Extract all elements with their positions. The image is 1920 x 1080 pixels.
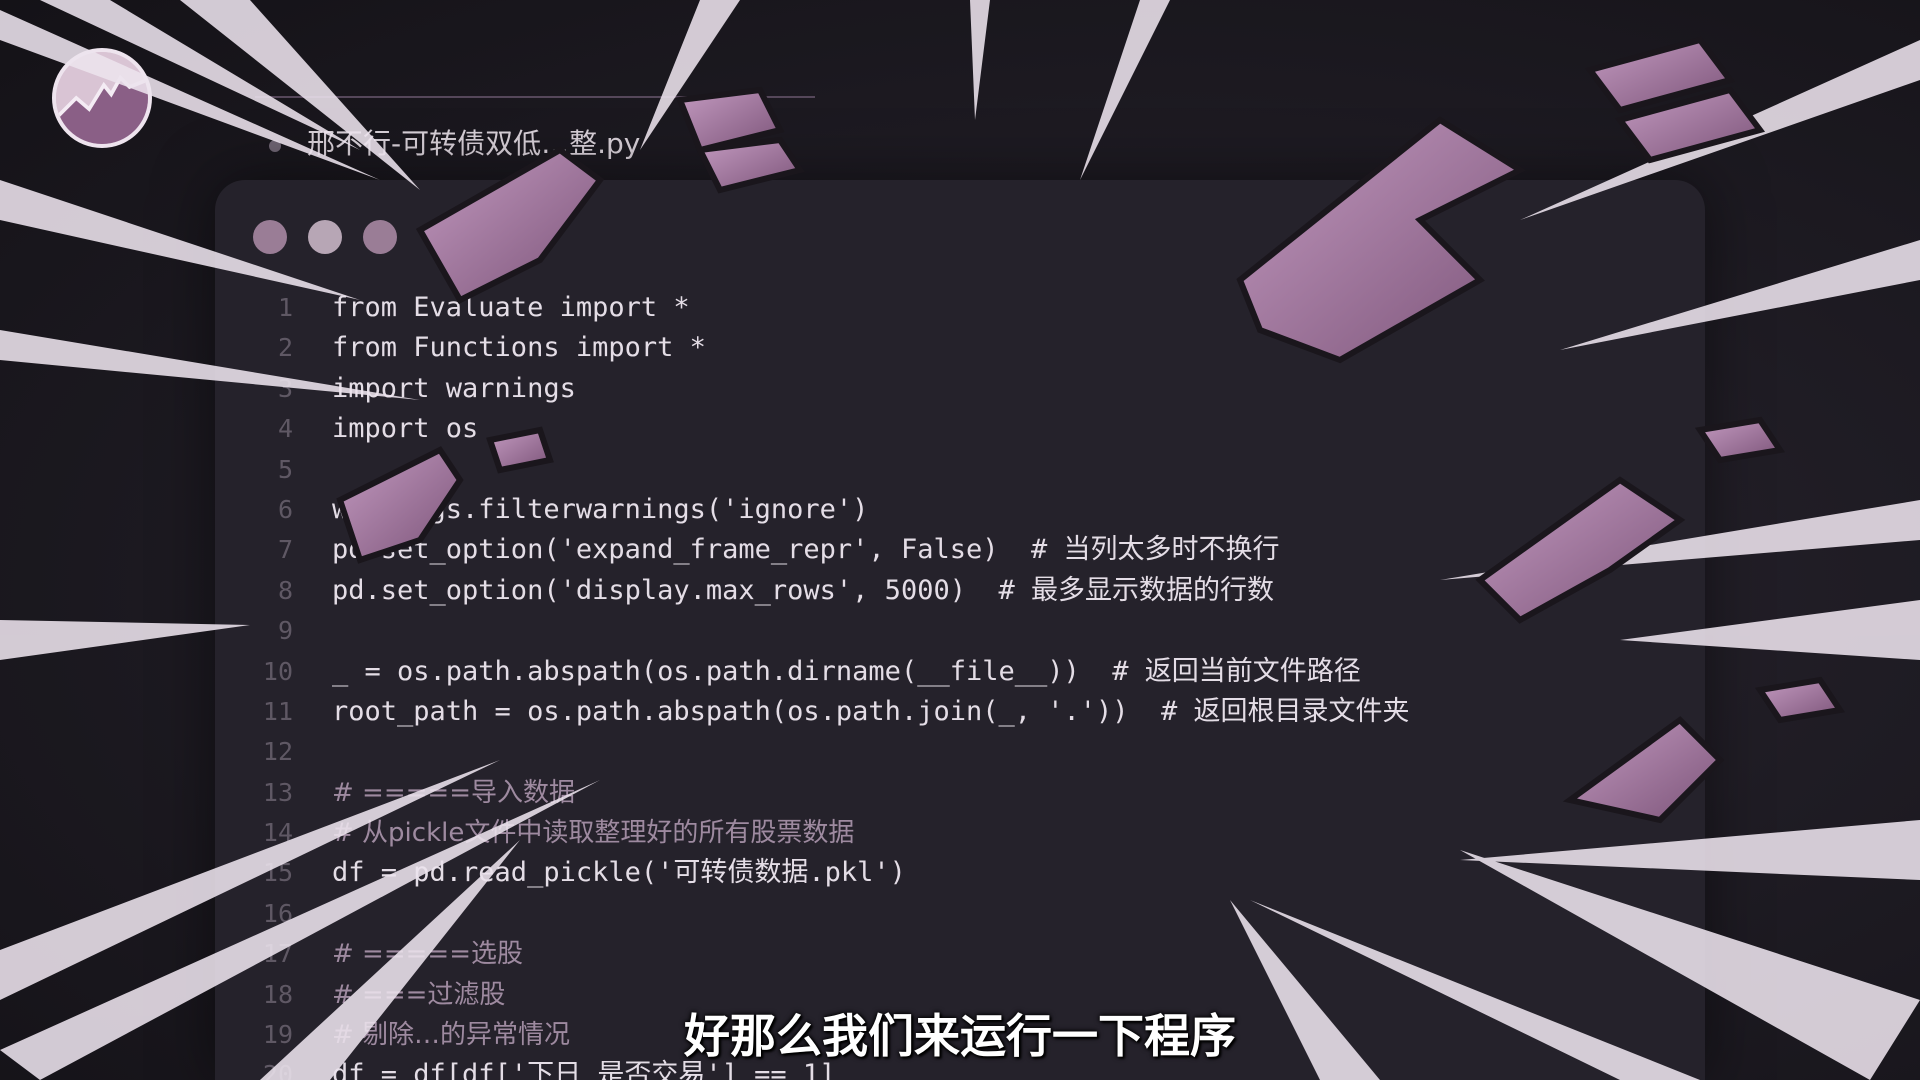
code-line[interactable]: 14 # 从pickle文件中读取整理好的所有股票数据 — [215, 813, 1705, 853]
line-text: import warnings — [332, 372, 576, 404]
line-number: 3 — [277, 373, 293, 403]
line-text: root_path = os.path.abspath(os.path.join… — [332, 695, 1410, 727]
line-number: 12 — [262, 737, 293, 767]
code-line[interactable]: 12 — [215, 732, 1705, 772]
code-line[interactable]: 10 _ = os.path.abspath(os.path.dirname(__… — [215, 652, 1705, 692]
code-line[interactable]: 1 from Evaluate import * — [215, 288, 1705, 328]
line-text: # 从pickle文件中读取整理好的所有股票数据 — [332, 818, 855, 849]
code-line[interactable]: 17 # =====选股 — [215, 934, 1705, 974]
line-text: pd.set_option('display.max_rows', 5000) … — [332, 574, 1274, 606]
code-area[interactable]: 1 from Evaluate import * 2 from Functions i… — [215, 288, 1705, 1080]
line-number: 4 — [277, 414, 293, 444]
code-line[interactable]: 6 warnings.filterwarnings('ignore') — [215, 490, 1705, 530]
code-editor-window: 1 from Evaluate import * 2 from Functions i… — [215, 180, 1705, 1080]
window-maximize-button[interactable] — [363, 220, 397, 254]
code-line[interactable]: 13 # =====导入数据 — [215, 773, 1705, 813]
line-number: 18 — [262, 979, 293, 1009]
video-subtitle: 好那么我们来运行一下程序 — [684, 1009, 1236, 1063]
line-number: 8 — [277, 575, 293, 605]
line-number: 7 — [277, 535, 293, 565]
unsaved-dot-icon — [269, 140, 281, 152]
channel-logo-icon — [52, 48, 152, 148]
code-line[interactable]: 2 from Functions import * — [215, 328, 1705, 368]
code-line[interactable]: 7 pd.set_option('expand_frame_repr', Fals… — [215, 530, 1705, 570]
line-text: df = pd.read_pickle('可转债数据.pkl') — [332, 857, 906, 889]
code-line[interactable]: 9 — [215, 611, 1705, 651]
line-text: pd.set_option('expand_frame_repr', False… — [332, 534, 1280, 566]
code-line[interactable]: 4 import os — [215, 409, 1705, 449]
line-number: 15 — [262, 858, 293, 888]
line-text: # =====选股 — [332, 939, 523, 970]
file-title-bar: 邢不行-可转债双低…整.py — [255, 96, 815, 184]
line-number: 1 — [277, 293, 293, 322]
line-text: _ = os.path.abspath(os.path.dirname(__fi… — [332, 655, 1361, 687]
line-number: 19 — [262, 1020, 293, 1050]
line-number: 20 — [262, 1060, 293, 1080]
line-text: from Functions import * — [332, 332, 706, 364]
code-line[interactable]: 3 import warnings — [215, 369, 1705, 409]
line-number: 16 — [262, 898, 293, 928]
code-line[interactable]: 8 pd.set_option('display.max_rows', 5000)… — [215, 571, 1705, 611]
line-text: from Evaluate import * — [332, 292, 690, 323]
line-number: 6 — [277, 494, 293, 524]
window-close-button[interactable] — [253, 220, 287, 254]
line-number: 5 — [277, 454, 293, 484]
file-title: 邢不行-可转债双低…整.py — [307, 127, 641, 160]
line-number: 2 — [277, 333, 293, 363]
code-line[interactable]: 16 — [215, 894, 1705, 934]
code-line[interactable]: 5 — [215, 450, 1705, 490]
line-number: 11 — [262, 696, 293, 726]
line-number: 14 — [262, 818, 293, 848]
line-text: import os — [332, 413, 479, 445]
line-number: 17 — [262, 939, 293, 969]
line-text: # =====导入数据 — [332, 777, 575, 808]
line-text: # 剔除…的异常情况 — [332, 1020, 571, 1051]
code-line[interactable]: 15 df = pd.read_pickle('可转债数据.pkl') — [215, 853, 1705, 893]
line-text: warnings.filterwarnings('ignore') — [332, 493, 869, 525]
line-number: 13 — [262, 777, 293, 807]
line-number: 10 — [262, 656, 293, 686]
line-text: # ===过滤股 — [332, 979, 506, 1010]
line-number: 9 — [277, 616, 293, 646]
code-line[interactable]: 11 root_path = os.path.abspath(os.path.jo… — [215, 692, 1705, 732]
window-minimize-button[interactable] — [308, 220, 342, 254]
